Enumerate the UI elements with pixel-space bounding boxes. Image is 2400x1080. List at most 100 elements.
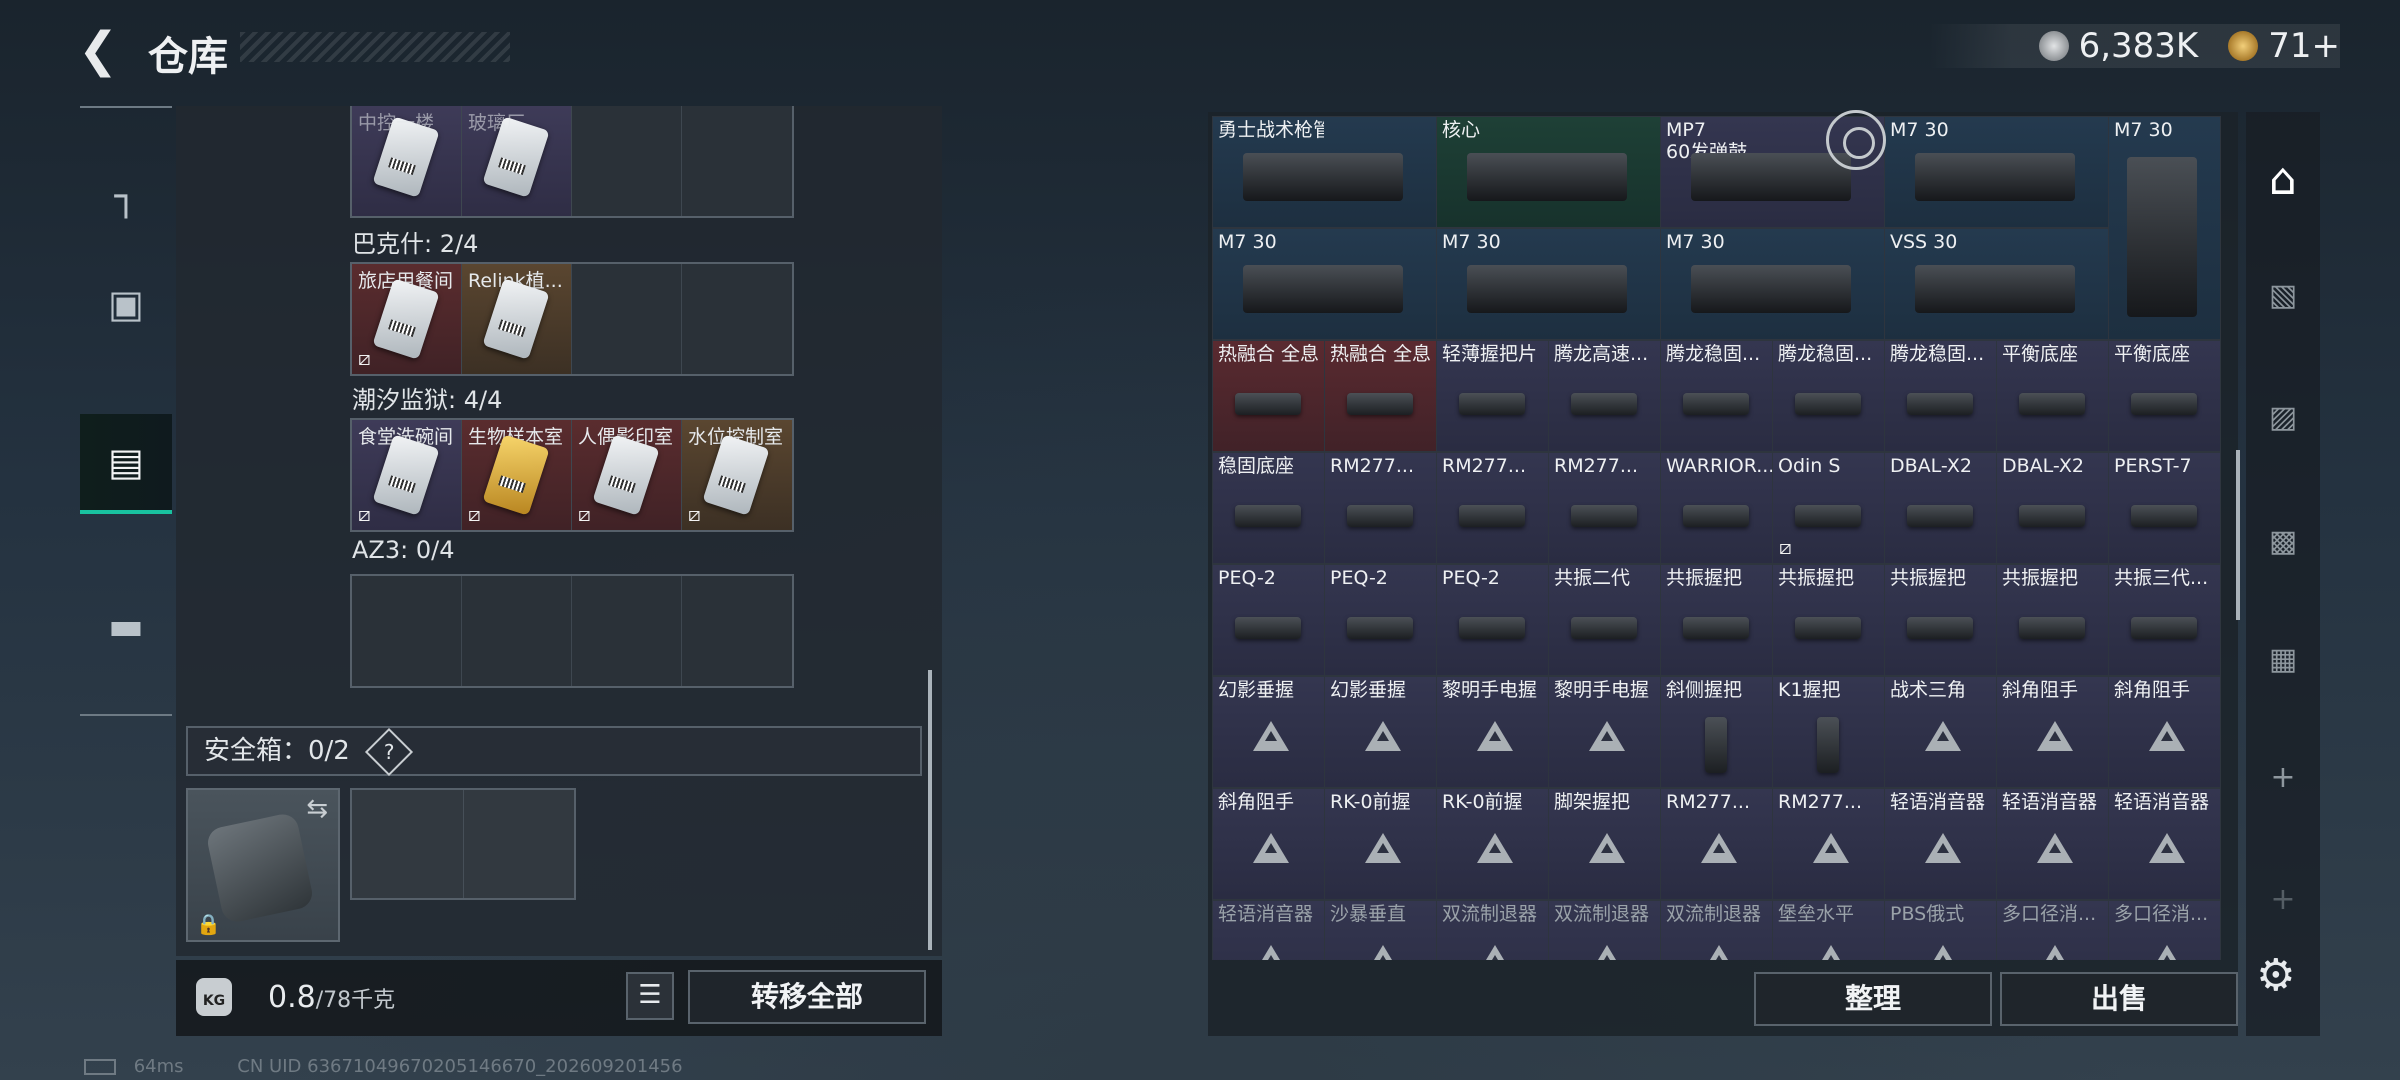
inventory-item[interactable]: K1握把: [1772, 676, 1885, 788]
inventory-item[interactable]: 平衡底座: [1996, 340, 2109, 452]
empty-slot[interactable]: [572, 576, 682, 686]
inventory-item[interactable]: PEQ-2: [1324, 564, 1437, 676]
safe-box-slot[interactable]: ⇆ 🔒: [186, 788, 340, 942]
gold-amount[interactable]: 71+: [2268, 26, 2340, 66]
inventory-item[interactable]: 斜角阻手: [2108, 676, 2221, 788]
inventory-item[interactable]: 双流制退器: [1548, 900, 1661, 960]
inventory-item[interactable]: PBS俄式: [1884, 900, 1997, 960]
key-cell[interactable]: 旅店用餐间 ⧄: [352, 264, 462, 374]
inventory-item[interactable]: DBAL-X2: [1884, 452, 1997, 564]
key-cell[interactable]: 生物样本室 ⧄: [462, 420, 572, 530]
inventory-item[interactable]: 轻语消音器: [1996, 788, 2109, 900]
inventory-item[interactable]: 腾龙稳固...: [1660, 340, 1773, 452]
inventory-item[interactable]: M7 30: [2108, 116, 2221, 340]
empty-slot[interactable]: [572, 106, 682, 216]
stash-all-icon[interactable]: ⌂: [2250, 146, 2316, 212]
inventory-item[interactable]: 平衡底座: [2108, 340, 2221, 452]
empty-slot[interactable]: [572, 264, 682, 374]
backpack-icon[interactable]: ▤: [80, 414, 172, 514]
gear-icon[interactable]: ⚙: [2256, 950, 2295, 1001]
inventory-item[interactable]: WARRIOR...: [1660, 452, 1773, 564]
pistol-icon[interactable]: ┐: [80, 148, 172, 244]
key-cell[interactable]: 水位控制室 ⧄: [682, 420, 792, 530]
inventory-item[interactable]: 幻影垂握: [1324, 676, 1437, 788]
empty-slot[interactable]: [682, 264, 792, 374]
inventory-item[interactable]: 堡垒水平: [1772, 900, 1885, 960]
tab-iii-icon[interactable]: ▩: [2250, 508, 2316, 574]
inventory-item[interactable]: 轻语消音器: [1884, 788, 1997, 900]
inventory-item[interactable]: 稳固底座: [1212, 452, 1325, 564]
empty-slot[interactable]: [352, 576, 462, 686]
inventory-item[interactable]: 黎明手电握: [1548, 676, 1661, 788]
inventory-item[interactable]: 腾龙稳固...: [1884, 340, 1997, 452]
inventory-item[interactable]: M7 30: [1660, 228, 1885, 340]
key-cell[interactable]: 食堂洗碗间 ⧄: [352, 420, 462, 530]
inventory-item[interactable]: PEQ-2: [1436, 564, 1549, 676]
inventory-item[interactable]: 斜角阻手: [1996, 676, 2109, 788]
inventory-item[interactable]: 共振握把: [1772, 564, 1885, 676]
empty-slot[interactable]: [462, 576, 572, 686]
inventory-item[interactable]: 热融合 全息: [1324, 340, 1437, 452]
tab-iv-icon[interactable]: ▧: [2250, 262, 2316, 328]
inventory-item[interactable]: 热融合 全息: [1212, 340, 1325, 452]
toolbox-icon[interactable]: ▬: [80, 578, 172, 674]
inventory-item[interactable]: RM277...: [1548, 452, 1661, 564]
sell-button[interactable]: 出售: [2000, 972, 2238, 1026]
back-arrow-icon[interactable]: ❮: [78, 26, 122, 74]
armor-icon[interactable]: ▣: [80, 256, 172, 352]
inventory-item[interactable]: 轻语消音器: [2108, 788, 2221, 900]
inventory-item[interactable]: RM277...: [1660, 788, 1773, 900]
list-view-button[interactable]: ☰: [626, 972, 674, 1020]
inventory-item[interactable]: 双流制退器: [1660, 900, 1773, 960]
swap-icon[interactable]: ⇆: [306, 794, 328, 824]
inventory-item[interactable]: M7 30: [1884, 116, 2109, 228]
inventory-item[interactable]: PERST-7: [2108, 452, 2221, 564]
empty-slot[interactable]: [682, 106, 792, 216]
inventory-item[interactable]: 多口径消...: [2108, 900, 2221, 960]
inventory-item[interactable]: RM277...: [1772, 788, 1885, 900]
key-cell[interactable]: 玻璃厂: [462, 106, 572, 216]
inventory-item[interactable]: 双流制退器: [1436, 900, 1549, 960]
inventory-item[interactable]: 轻薄握把片: [1436, 340, 1549, 452]
inventory-item[interactable]: 勇士战术枪管: [1212, 116, 1437, 228]
sort-button[interactable]: 整理: [1754, 972, 1992, 1026]
inventory-item[interactable]: 脚架握把: [1548, 788, 1661, 900]
inventory-item[interactable]: 共振握把: [1996, 564, 2109, 676]
inventory-item[interactable]: 共振握把: [1884, 564, 1997, 676]
tab-ii-icon[interactable]: ▦: [2250, 626, 2316, 692]
inventory-item[interactable]: 核心: [1436, 116, 1661, 228]
stash-scrollbar[interactable]: [928, 670, 932, 950]
key-cell[interactable]: 中控一楼: [352, 106, 462, 216]
inventory-item[interactable]: 沙暴垂直: [1324, 900, 1437, 960]
inventory-item[interactable]: RK-0前握: [1324, 788, 1437, 900]
transfer-all-button[interactable]: 转移全部: [688, 970, 926, 1024]
inventory-item[interactable]: 腾龙高速...: [1548, 340, 1661, 452]
help-icon[interactable]: ?: [365, 727, 414, 777]
inventory-item[interactable]: 斜角阻手: [1212, 788, 1325, 900]
empty-slot[interactable]: [682, 576, 792, 686]
inventory-item[interactable]: RM277...: [1324, 452, 1437, 564]
inventory-item[interactable]: M7 30: [1436, 228, 1661, 340]
tab-v-icon[interactable]: ▨: [2250, 384, 2316, 450]
inventory-item[interactable]: VSS 30: [1884, 228, 2109, 340]
inventory-item[interactable]: 腾龙稳固...: [1772, 340, 1885, 452]
inventory-item[interactable]: 共振三代...: [2108, 564, 2221, 676]
inventory-item[interactable]: 轻语消音器: [1212, 900, 1325, 960]
inventory-item[interactable]: DBAL-X2: [1996, 452, 2109, 564]
inventory-item[interactable]: 战术三角: [1884, 676, 1997, 788]
inventory-item[interactable]: PEQ-2: [1212, 564, 1325, 676]
plus-icon[interactable]: +: [2250, 866, 2316, 932]
inventory-item[interactable]: RK-0前握: [1436, 788, 1549, 900]
plus-icon[interactable]: +: [2250, 744, 2316, 810]
inventory-item[interactable]: 幻影垂握: [1212, 676, 1325, 788]
inventory-item[interactable]: 共振握把: [1660, 564, 1773, 676]
inventory-item[interactable]: 黎明手电握: [1436, 676, 1549, 788]
inventory-scrollbar[interactable]: [2236, 450, 2240, 620]
inventory-item[interactable]: 多口径消...: [1996, 900, 2109, 960]
safe-box-empty-slots[interactable]: [350, 788, 576, 900]
inventory-item[interactable]: 斜侧握把: [1660, 676, 1773, 788]
inventory-item[interactable]: Odin S ⧄: [1772, 452, 1885, 564]
inventory-item[interactable]: RM277...: [1436, 452, 1549, 564]
inventory-item[interactable]: 共振二代: [1548, 564, 1661, 676]
inventory-item[interactable]: M7 30: [1212, 228, 1437, 340]
